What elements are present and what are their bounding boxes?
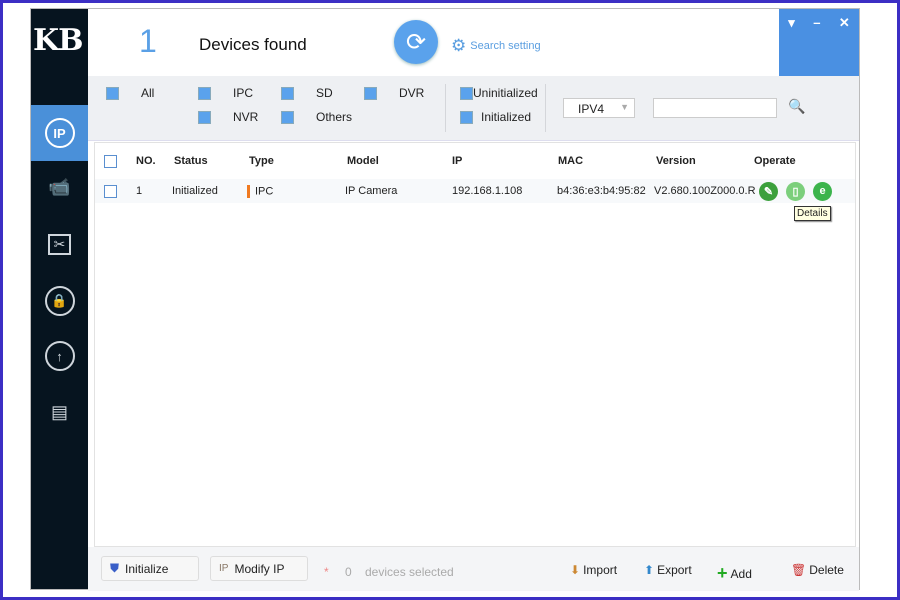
shield-icon: ⛊ <box>110 561 120 575</box>
chevron-down-icon: ▼ <box>620 102 629 112</box>
row-checkbox[interactable] <box>104 184 117 198</box>
upgrade-icon: ↑ <box>44 341 75 371</box>
trash-icon: 🗑 <box>791 563 807 577</box>
filter-ipc[interactable]: IPC <box>198 86 253 100</box>
device-count: 1 <box>139 23 157 59</box>
filter-uninitialized[interactable]: Uninitialized <box>460 86 538 100</box>
close-button[interactable]: ✕ <box>839 15 850 76</box>
footer-bar: ⛊ Initialize IP Modify IP * 0 devices sele… <box>88 547 859 591</box>
web-button[interactable]: e <box>813 181 832 201</box>
edit-button[interactable]: ✎ <box>759 181 778 201</box>
dropdown-button[interactable]: ▾ <box>788 15 795 76</box>
tooltip: Details <box>794 206 831 221</box>
sidebar-item-upgrade[interactable]: ↑ <box>31 328 88 384</box>
sidebar: KB IP 📹 ✂ 🔒 ↑ ▤ <box>31 9 88 589</box>
logo: KB <box>33 23 83 58</box>
filter-bar: All IPC SD DVR NVR Others Uninitialized … <box>88 76 859 141</box>
details-button[interactable]: ▯ <box>786 181 805 201</box>
devices-found-label: Devices found <box>199 35 307 54</box>
document-icon: ▤ <box>50 401 68 422</box>
refresh-button[interactable]: ⟳ <box>394 20 438 64</box>
import-icon: ⬇ <box>570 563 581 577</box>
search-input[interactable] <box>653 98 777 118</box>
sidebar-item-security[interactable]: 🔒 <box>31 273 88 329</box>
table-row[interactable]: 1 Initialized IPC IP Camera 192.168.1.10… <box>95 179 855 203</box>
ip-edit-icon: IP <box>219 563 229 574</box>
ip-icon: IP <box>44 118 75 148</box>
filter-others[interactable]: Others <box>281 110 352 124</box>
modify-ip-button[interactable]: IP Modify IP <box>210 556 308 581</box>
add-button[interactable]: + Add <box>717 563 752 584</box>
export-button[interactable]: ⬆ Export <box>644 563 692 577</box>
camera-icon: 📹 <box>48 176 71 197</box>
type-marker <box>247 184 250 198</box>
device-table: NO. Status Type Model IP MAC Version Ope… <box>94 142 856 547</box>
table-header: NO. Status Type Model IP MAC Version Ope… <box>95 149 855 173</box>
search-icon[interactable]: 🔍 <box>788 98 805 115</box>
filter-all[interactable]: All <box>106 86 154 100</box>
sidebar-item-tools[interactable]: ✂ <box>31 216 88 272</box>
window-controls: ▾ – ✕ <box>779 9 859 76</box>
config-tool-window: KB IP 📹 ✂ 🔒 ↑ ▤ 1 Devices found ⟳ ⚙ Searc… <box>30 8 860 591</box>
filter-dvr[interactable]: DVR <box>364 86 424 100</box>
delete-button[interactable]: 🗑 Delete <box>791 563 844 577</box>
sidebar-item-document[interactable]: ▤ <box>31 384 88 440</box>
selected-count: 0 <box>345 565 352 579</box>
select-all-checkbox[interactable] <box>104 154 117 168</box>
import-button[interactable]: ⬇ Import <box>570 563 617 577</box>
ip-version-select[interactable]: IPV4 ▼ <box>563 98 635 118</box>
export-icon: ⬆ <box>644 563 655 577</box>
search-setting-link[interactable]: ⚙ Search setting <box>451 36 541 56</box>
sidebar-item-ip[interactable]: IP <box>31 105 88 161</box>
initialize-button[interactable]: ⛊ Initialize <box>101 556 199 581</box>
gear-icon: ⚙ <box>451 36 467 55</box>
refresh-icon: ⟳ <box>405 28 427 56</box>
tools-icon: ✂ <box>47 233 72 255</box>
lock-icon: 🔒 <box>44 286 75 316</box>
plus-icon: + <box>717 563 728 583</box>
sidebar-item-camera[interactable]: 📹 <box>31 159 88 215</box>
filter-initialized[interactable]: Initialized <box>460 110 531 124</box>
filter-nvr[interactable]: NVR <box>198 110 258 124</box>
minimize-button[interactable]: – <box>813 15 820 76</box>
filter-sd[interactable]: SD <box>281 86 333 100</box>
